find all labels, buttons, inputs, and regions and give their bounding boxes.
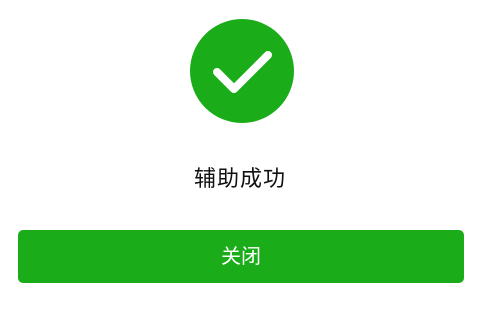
checkmark-icon <box>213 51 272 93</box>
status-message: 辅助成功 <box>193 167 286 192</box>
success-screen: 辅助成功 关闭 <box>0 0 480 320</box>
close-button[interactable]: 关闭 <box>18 230 464 283</box>
success-badge <box>190 19 294 123</box>
